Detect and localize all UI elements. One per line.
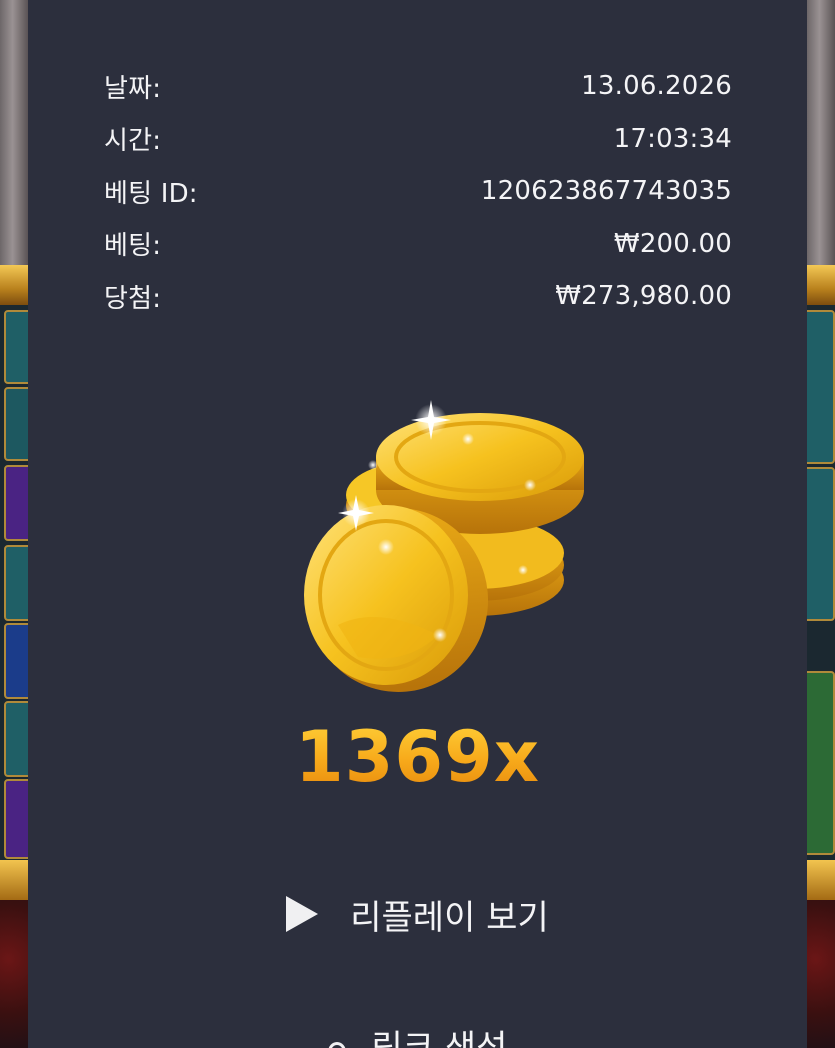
replay-label: 리플레이 보기	[350, 897, 549, 938]
link-icon	[327, 1042, 346, 1048]
bet-info-list: 날짜: 13.06.2026 시간: 17:03:34 베팅 ID: 12062…	[104, 60, 732, 323]
bet-id-label: 베팅 ID:	[104, 178, 198, 209]
win-amount-value: ₩273,980.00	[555, 281, 732, 312]
create-link-button[interactable]: 링크 생성	[28, 1028, 807, 1048]
time-label: 시간:	[104, 126, 162, 157]
bet-id-row: 베팅 ID: 120623867743035	[104, 165, 732, 218]
win-multiplier: 1369x	[28, 717, 807, 797]
play-icon	[286, 896, 319, 932]
screen: 날짜: 13.06.2026 시간: 17:03:34 베팅 ID: 12062…	[0, 0, 835, 1048]
create-link-label: 링크 생성	[371, 1028, 508, 1048]
date-label: 날짜:	[104, 73, 162, 104]
bet-amount-label: 베팅:	[104, 231, 162, 262]
time-row: 시간: 17:03:34	[104, 113, 732, 166]
background-game-right	[807, 0, 835, 1048]
win-amount-row: 당첨: ₩273,980.00	[104, 270, 732, 323]
bet-amount-value: ₩200.00	[613, 228, 732, 259]
gold-coins-icon	[298, 395, 598, 705]
background-game-left	[0, 0, 28, 1048]
bet-id-value: 120623867743035	[480, 176, 732, 207]
bet-details-panel: 날짜: 13.06.2026 시간: 17:03:34 베팅 ID: 12062…	[28, 0, 807, 1048]
replay-button[interactable]: 리플레이 보기	[28, 888, 807, 940]
win-amount-label: 당첨:	[104, 283, 162, 314]
bet-amount-row: 베팅: ₩200.00	[104, 218, 732, 271]
date-value: 13.06.2026	[581, 71, 732, 102]
date-row: 날짜: 13.06.2026	[104, 60, 732, 113]
time-value: 17:03:34	[613, 123, 732, 154]
